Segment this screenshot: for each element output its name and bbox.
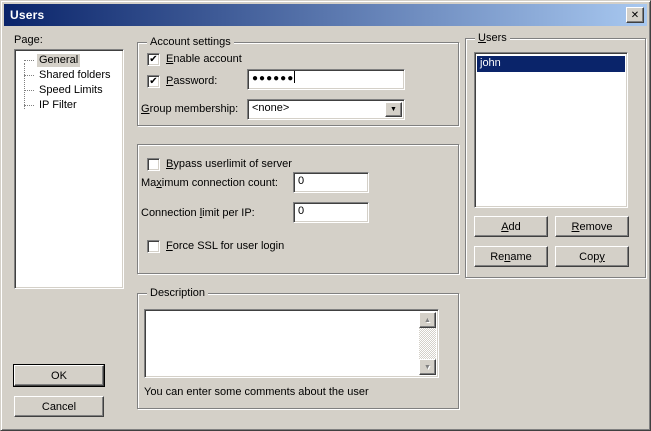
rename-button-label: Rename bbox=[490, 251, 532, 263]
groupbox-description-title: Description bbox=[147, 287, 208, 300]
description-scrollbar: ▲ ▼ bbox=[419, 312, 436, 375]
max-connection-count-label: Maximum connection count: bbox=[141, 177, 278, 190]
password-checkbox[interactable]: ✔ bbox=[147, 75, 160, 88]
add-button-label: Add bbox=[501, 221, 521, 233]
tree-item-speed-limits[interactable]: Speed Limits bbox=[17, 82, 121, 97]
scroll-up-icon: ▲ bbox=[424, 317, 431, 324]
password-input[interactable]: ●●●●●● bbox=[247, 69, 405, 90]
ok-button[interactable]: OK bbox=[14, 365, 104, 386]
scroll-down-icon: ▼ bbox=[424, 364, 431, 371]
check-icon: ✔ bbox=[149, 55, 157, 65]
connection-limit-per-ip-input[interactable]: 0 bbox=[293, 202, 369, 223]
enable-account-checkbox[interactable]: ✔ bbox=[147, 53, 160, 66]
scroll-down-button[interactable]: ▼ bbox=[419, 359, 436, 375]
text-cursor bbox=[294, 71, 295, 83]
description-hint: You can enter some comments about the us… bbox=[144, 386, 369, 399]
group-membership-select[interactable]: <none> ▼ bbox=[247, 99, 405, 120]
tree-branch-icon bbox=[24, 53, 34, 61]
user-list-item[interactable]: john bbox=[477, 56, 625, 72]
chevron-down-icon: ▼ bbox=[390, 101, 397, 118]
page-label: Page: bbox=[14, 34, 43, 47]
password-masked-value: ●●●●●● bbox=[252, 73, 294, 84]
max-connection-count-input[interactable]: 0 bbox=[293, 172, 369, 193]
tree-item-shared-folders[interactable]: Shared folders bbox=[17, 67, 121, 82]
cancel-button-label: Cancel bbox=[42, 401, 76, 413]
user-name: john bbox=[480, 57, 501, 69]
tree-branch-icon bbox=[24, 68, 34, 76]
scroll-up-button[interactable]: ▲ bbox=[419, 312, 436, 328]
max-connection-count-value: 0 bbox=[298, 175, 304, 187]
tree-item-label: IP Filter bbox=[37, 99, 79, 112]
users-list-viewport: john bbox=[477, 55, 625, 205]
dropdown-arrow-button[interactable]: ▼ bbox=[385, 102, 402, 117]
remove-button-label: Remove bbox=[572, 221, 613, 233]
page-tree-viewport: General Shared folders Speed Limits IP F… bbox=[17, 52, 121, 286]
page-tree: General Shared folders Speed Limits IP F… bbox=[14, 49, 124, 289]
force-ssl-checkbox[interactable] bbox=[147, 240, 160, 253]
copy-button[interactable]: Copy bbox=[555, 246, 629, 267]
cancel-button[interactable]: Cancel bbox=[14, 396, 104, 417]
scroll-track[interactable] bbox=[419, 328, 436, 359]
group-membership-label: Group membership: bbox=[141, 103, 238, 116]
users-list: john bbox=[474, 52, 628, 208]
description-textarea[interactable]: ▲ ▼ bbox=[144, 309, 439, 378]
users-dialog: Users ✕ Page: General Shared folders Spe… bbox=[0, 0, 651, 431]
connection-limit-per-ip-value: 0 bbox=[298, 205, 304, 217]
tree-branch-icon bbox=[24, 83, 34, 91]
ok-button-label: OK bbox=[51, 370, 67, 382]
copy-button-label: Copy bbox=[579, 251, 605, 263]
check-icon: ✔ bbox=[149, 77, 157, 87]
password-label[interactable]: Password: bbox=[166, 75, 217, 88]
rename-button[interactable]: Rename bbox=[474, 246, 548, 267]
tree-item-label: General bbox=[37, 54, 80, 67]
titlebar[interactable]: Users ✕ bbox=[4, 4, 647, 26]
enable-account-label[interactable]: Enable account bbox=[166, 53, 242, 66]
groupbox-users-title: Users bbox=[475, 32, 510, 45]
remove-button[interactable]: Remove bbox=[555, 216, 629, 237]
window-title: Users bbox=[4, 8, 44, 22]
tree-item-label: Shared folders bbox=[37, 69, 113, 82]
bypass-userlimit-label[interactable]: Bypass userlimit of server bbox=[166, 158, 292, 171]
close-icon: ✕ bbox=[631, 10, 639, 21]
group-membership-value: <none> bbox=[252, 102, 289, 114]
bypass-userlimit-checkbox[interactable] bbox=[147, 158, 160, 171]
tree-branch-icon bbox=[24, 98, 34, 106]
close-button[interactable]: ✕ bbox=[626, 7, 644, 23]
tree-item-general[interactable]: General bbox=[17, 52, 121, 67]
tree-item-ip-filter[interactable]: IP Filter bbox=[17, 97, 121, 112]
tree-item-label: Speed Limits bbox=[37, 84, 105, 97]
add-button[interactable]: Add bbox=[474, 216, 548, 237]
groupbox-account-settings-title: Account settings bbox=[147, 36, 234, 49]
connection-limit-per-ip-label: Connection limit per IP: bbox=[141, 207, 255, 220]
force-ssl-label[interactable]: Force SSL for user login bbox=[166, 240, 284, 253]
